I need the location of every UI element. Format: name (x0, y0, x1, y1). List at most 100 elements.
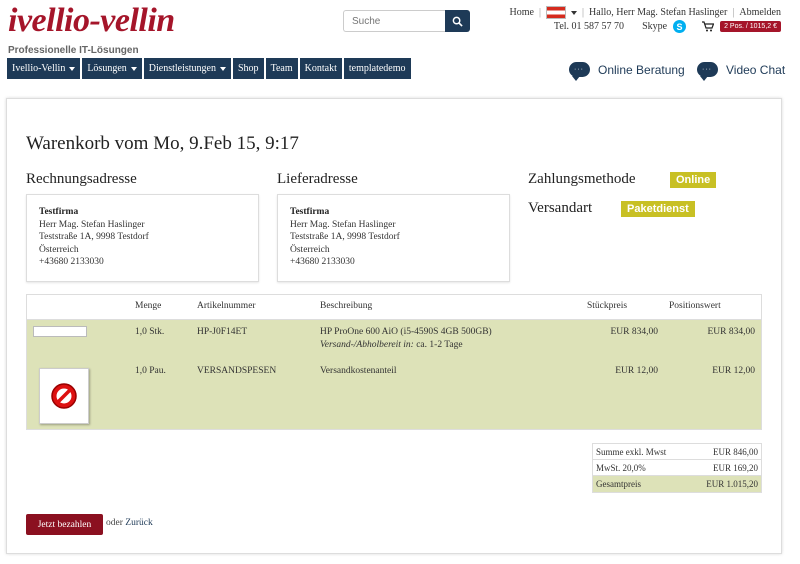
payment-method-badge: Online (670, 172, 717, 188)
shipping-method-label: Versandart (528, 200, 593, 216)
nav-item-loesungen[interactable]: Lösungen (82, 58, 142, 79)
table-row: 1,0 Pau. VERSANDSPESEN Versandkostenante… (27, 360, 761, 429)
pay-now-button[interactable]: Jetzt bezahlen (26, 514, 103, 535)
nav-item-dienstleistungen[interactable]: Dienstleistungen (143, 58, 231, 79)
cell-menge: 1,0 Pau. (135, 366, 166, 376)
home-link[interactable]: Home (510, 7, 534, 18)
totals-label: Gesamtpreis (596, 479, 641, 489)
online-beratung-label: Online Beratung (598, 62, 685, 77)
back-link[interactable]: Zurück (125, 518, 152, 528)
cell-menge: 1,0 Stk. (135, 327, 165, 337)
logo[interactable]: ivellio-vellin (8, 2, 175, 40)
video-chat-label: Video Chat (726, 62, 786, 77)
logout-link[interactable]: Abmelden (739, 7, 781, 18)
back-option: oder Zurück (106, 518, 153, 528)
cell-availability: Versand-/Abholbereit in: ca. 1-2 Tage (320, 340, 463, 350)
search-input[interactable] (343, 10, 445, 32)
chevron-down-icon (130, 66, 137, 71)
separator: | (582, 7, 585, 18)
nav-item-ivellio-vellin[interactable]: Ivellio-Vellin (7, 58, 81, 79)
cell-beschreibung: Versandkostenanteil (320, 366, 397, 376)
nav-item-shop[interactable]: Shop (233, 58, 264, 79)
no-image-icon (51, 383, 77, 409)
availability-label: Versand-/Abholbereit in: (320, 340, 414, 350)
address-line: Herr Mag. Stefan Haslinger (290, 219, 396, 230)
nav-item-label: Kontakt (304, 63, 337, 74)
chevron-down-icon[interactable] (571, 10, 578, 15)
main-nav: Ivellio-Vellin Lösungen Dienstleistungen… (7, 58, 411, 79)
nav-item-label: Ivellio-Vellin (12, 63, 66, 74)
totals-label: MwSt. 20,0% (596, 463, 646, 473)
top-links: Home | | Hallo, Herr Mag. Stefan Hasling… (510, 6, 781, 19)
cart-badge[interactable]: 2 Pos. / 1015,2 € (720, 21, 781, 32)
separator: | (539, 7, 542, 18)
chat-bubble-icon: ··· (569, 62, 590, 81)
nav-item-kontakt[interactable]: Kontakt (299, 58, 342, 79)
cell-positionswert: EUR 12,00 (712, 366, 755, 376)
totals-row-vat: MwSt. 20,0% EUR 169,20 (593, 460, 761, 476)
totals-value: EUR 169,20 (713, 463, 758, 473)
table-row: 1,0 Stk. HP-J0F14ET HP ProOne 600 AiO (i… (27, 320, 761, 360)
no-image-placeholder (39, 368, 89, 424)
chat-bubble-icon: ··· (697, 62, 718, 81)
nav-item-team[interactable]: Team (265, 58, 298, 79)
cell-stueckpreis: EUR 834,00 (610, 327, 659, 337)
online-beratung-link[interactable]: ··· Online Beratung (569, 62, 685, 81)
payment-method-label: Zahlungsmethode (528, 171, 636, 187)
totals-table: Summe exkl. Mwst EUR 846,00 MwSt. 20,0% … (592, 443, 762, 493)
cell-stueckpreis: EUR 12,00 (615, 366, 658, 376)
totals-row-gross: Gesamtpreis EUR 1.015,20 (593, 476, 761, 492)
phone-number: Tel. 01 587 57 70 (553, 21, 625, 32)
skype-label[interactable]: Skype (642, 21, 667, 32)
cell-artikelnummer: HP-J0F14ET (197, 327, 248, 337)
nav-item-label: Shop (238, 63, 259, 74)
address-line: Testfirma (39, 207, 79, 217)
search-box (343, 10, 470, 32)
col-positionswert: Positionswert (669, 301, 721, 311)
totals-label: Summe exkl. Mwst (596, 447, 667, 457)
address-line: +43680 2133030 (39, 257, 104, 267)
cart-panel: Warenkorb vom Mo, 9.Feb 15, 9:17 Rechnun… (6, 98, 782, 554)
address-line: Österreich (290, 244, 330, 255)
table-header: Menge Artikelnummer Beschreibung Stückpr… (27, 295, 761, 320)
cart-icon[interactable] (702, 21, 715, 32)
address-line: +43680 2133030 (290, 257, 355, 267)
shipping-method-badge: Paketdienst (621, 201, 695, 217)
cell-artikelnummer: VERSANDSPESEN (197, 366, 277, 376)
cell-beschreibung: HP ProOne 600 AiO (i5-4590S 4GB 500GB) (320, 327, 492, 337)
video-chat-link[interactable]: ··· Video Chat (697, 62, 786, 81)
nav-item-label: Lösungen (87, 63, 127, 74)
nav-item-templatedemo[interactable]: templatedemo (343, 58, 411, 79)
cart-table: Menge Artikelnummer Beschreibung Stückpr… (26, 294, 762, 430)
availability-value: ca. 1-2 Tage (416, 340, 463, 350)
nav-item-label: Dienstleistungen (148, 63, 216, 74)
search-button[interactable] (445, 10, 470, 32)
col-beschreibung: Beschreibung (320, 301, 373, 311)
shipping-heading: Lieferadresse (277, 171, 358, 187)
greeting: Hallo, Herr Mag. Stefan Haslinger (589, 7, 728, 18)
product-image[interactable] (33, 326, 87, 337)
address-line: Teststraße 1A, 9998 Testdorf (290, 232, 400, 242)
austria-flag-icon[interactable] (546, 6, 567, 19)
contact-links: Tel. 01 587 57 70 Skype S 2 Pos. / 1015,… (554, 20, 781, 33)
search-icon (452, 16, 463, 27)
totals-row-net: Summe exkl. Mwst EUR 846,00 (593, 444, 761, 460)
or-text: oder (106, 518, 123, 528)
address-line: Teststraße 1A, 9998 Testdorf (39, 232, 149, 242)
billing-heading: Rechnungsadresse (26, 171, 137, 187)
nav-item-label: Team (270, 63, 293, 74)
col-menge: Menge (135, 301, 162, 311)
address-line: Testfirma (290, 207, 330, 217)
separator: | (732, 7, 735, 18)
shipping-address: Testfirma Herr Mag. Stefan Haslinger Tes… (277, 194, 510, 282)
tagline: Professionelle IT-Lösungen (8, 45, 139, 56)
address-line: Herr Mag. Stefan Haslinger (39, 219, 145, 230)
nav-item-label: templatedemo (348, 63, 406, 74)
chevron-down-icon (69, 66, 76, 71)
skype-icon[interactable]: S (673, 20, 687, 33)
col-stueckpreis: Stückpreis (587, 301, 628, 311)
cell-positionswert: EUR 834,00 (707, 327, 756, 337)
address-line: Österreich (39, 244, 79, 255)
col-artikelnummer: Artikelnummer (197, 301, 256, 311)
billing-address: Testfirma Herr Mag. Stefan Haslinger Tes… (26, 194, 259, 282)
